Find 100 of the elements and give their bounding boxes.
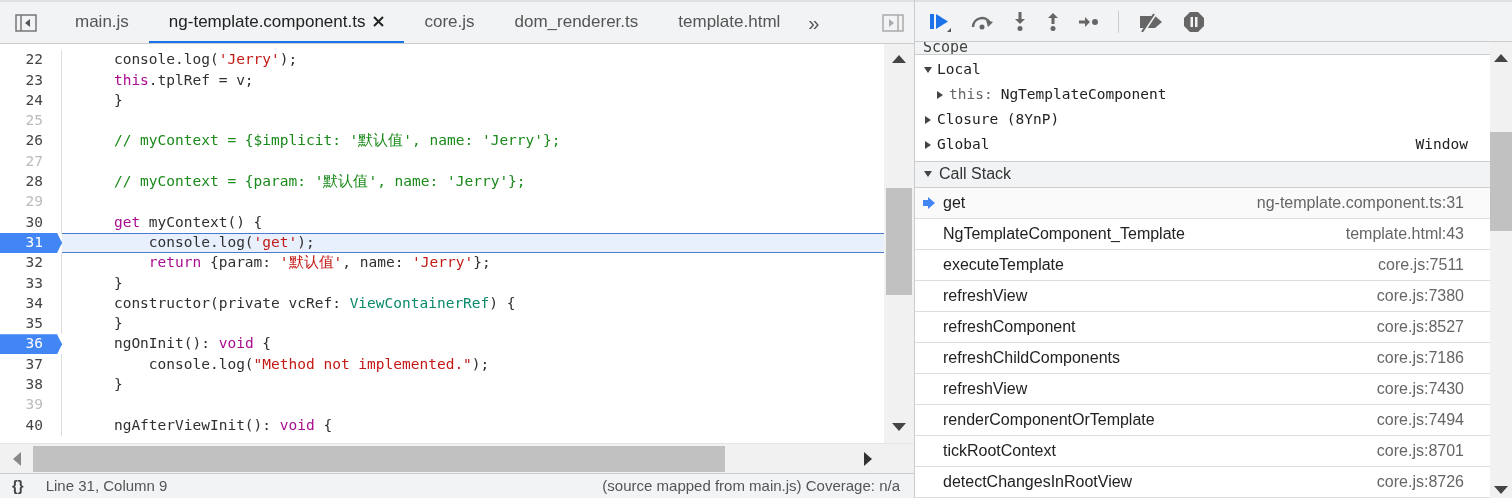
scroll-down-icon[interactable]	[892, 423, 906, 431]
line-number: 24	[25, 90, 43, 110]
code-line: }	[112, 90, 123, 110]
code-line: this.tplRef = v;	[112, 70, 254, 90]
frame-function: get	[943, 193, 966, 213]
pause-icon[interactable]	[1183, 10, 1205, 33]
call-stack-frame[interactable]: executeTemplate core.js:7511	[915, 250, 1490, 281]
call-stack-frame[interactable]: refreshComponent core.js:8527	[915, 312, 1490, 343]
line-number: 30	[25, 212, 43, 232]
resume-icon[interactable]	[929, 11, 951, 32]
frame-function: refreshView	[943, 286, 1028, 306]
frame-function: refreshView	[943, 379, 1028, 399]
vertical-scrollbar[interactable]	[884, 44, 914, 443]
step-into-icon[interactable]	[1013, 11, 1027, 32]
call-stack-header[interactable]: Call Stack	[939, 162, 1012, 187]
line-number: 40	[25, 415, 43, 435]
line-number: 28	[25, 172, 43, 192]
frame-location[interactable]: core.js:8726	[1376, 470, 1464, 494]
frame-location[interactable]: core.js:7186	[1376, 346, 1464, 370]
frame-location[interactable]: core.js:7511	[1378, 253, 1464, 277]
scroll-up-icon[interactable]	[1494, 54, 1508, 62]
code-line: console.log("Method not implemented.");	[147, 354, 490, 374]
cursor-position: Line 31, Column 9	[45, 475, 168, 496]
line-number: 37	[25, 354, 43, 374]
frame-function: executeTemplate	[943, 255, 1064, 275]
pretty-print-button[interactable]: {}	[12, 474, 24, 498]
file-tab[interactable]: ng-template.component.ts	[148, 2, 405, 43]
expand-arrow-icon[interactable]	[923, 115, 933, 126]
code-line: ngAfterViewInit(): void {	[112, 415, 333, 435]
line-number: 23	[25, 70, 43, 90]
scope-variable[interactable]: Global	[937, 134, 990, 157]
line-number: 31	[25, 232, 43, 252]
expand-arrow-icon[interactable]	[935, 90, 945, 101]
frame-location[interactable]: core.js:7380	[1376, 284, 1464, 308]
call-stack-frame[interactable]: refreshChildComponents core.js:7186	[915, 343, 1490, 374]
scope-variable[interactable]: Closure (8YnP)	[937, 109, 1060, 132]
scroll-left-icon[interactable]	[13, 451, 21, 466]
code-line: return {param: '默认值', name: 'Jerry'};	[147, 253, 491, 273]
frame-location[interactable]: template.html:43	[1345, 222, 1464, 246]
sidebar-toggle-icon[interactable]	[15, 13, 37, 32]
frame-function: renderComponentOrTemplate	[943, 410, 1155, 430]
scope-value: NgTemplateComponent	[1000, 85, 1167, 105]
line-number: 29	[25, 192, 43, 212]
file-tab[interactable]: core.js	[404, 2, 495, 43]
line-number: 35	[25, 314, 43, 334]
vertical-scrollbar[interactable]	[1490, 42, 1512, 498]
expand-arrow-icon[interactable]	[923, 140, 933, 151]
scroll-up-icon[interactable]	[892, 55, 906, 63]
call-stack-frame[interactable]: get ng-template.component.ts:31	[915, 188, 1490, 219]
code-line: }	[112, 273, 123, 293]
call-stack-frame[interactable]: refreshView core.js:7380	[915, 281, 1490, 312]
scrollbar-thumb[interactable]	[33, 445, 725, 472]
scrollbar-thumb[interactable]	[1490, 132, 1512, 231]
line-number: 36	[25, 334, 43, 354]
current-frame-arrow-icon	[923, 197, 935, 209]
code-line: // myContext = {param: '默认值', name: 'Jerry'};	[112, 172, 526, 192]
sidebar-toggle-icon[interactable]	[882, 13, 904, 32]
code-line: }	[112, 375, 123, 395]
line-number: 38	[25, 375, 43, 395]
call-stack-frame[interactable]: tickRootContext core.js:8701	[915, 436, 1490, 467]
frame-location[interactable]: core.js:8701	[1376, 439, 1464, 463]
scrollbar-thumb[interactable]	[886, 188, 912, 295]
frame-function: NgTemplateComponent_Template	[943, 224, 1185, 244]
deactivate-breakpoints-icon[interactable]	[1138, 11, 1164, 32]
step-out-icon[interactable]	[1046, 11, 1060, 32]
close-icon[interactable]	[373, 16, 385, 27]
code-line: console.log('Jerry');	[112, 50, 298, 70]
source-map-info: (source mapped from main.js) Coverage: n/a	[602, 475, 900, 496]
call-stack-frame[interactable]: renderComponentOrTemplate core.js:7494	[915, 405, 1490, 436]
line-number: 25	[25, 111, 43, 131]
file-tab[interactable]: dom_renderer.ts	[494, 2, 659, 43]
line-number: 32	[25, 253, 43, 273]
frame-function: refreshComponent	[943, 317, 1076, 337]
scope-variable[interactable]: this:	[949, 84, 993, 107]
scope-variable[interactable]: Local	[937, 59, 981, 82]
call-stack-frame[interactable]: detectChangesInRootView core.js:8726	[915, 467, 1490, 498]
code-line: constructor(private vcRef: ViewContainerRef) {	[112, 293, 516, 313]
horizontal-scrollbar[interactable]	[0, 443, 914, 473]
scroll-down-icon[interactable]	[1494, 486, 1508, 494]
frame-function: detectChangesInRootView	[943, 472, 1133, 492]
scroll-right-icon[interactable]	[864, 451, 872, 466]
line-number: 33	[25, 273, 43, 293]
file-tab[interactable]: main.js	[55, 2, 149, 43]
frame-function: refreshChildComponents	[943, 348, 1120, 368]
code-line: // myContext = {$implicit: '默认值', name: 'Jerry'};	[112, 131, 561, 151]
frame-location[interactable]: ng-template.component.ts:31	[1256, 191, 1464, 215]
line-number: 34	[25, 293, 43, 313]
file-tab[interactable]: template.html	[658, 2, 801, 43]
code-line: get myContext() {	[112, 212, 263, 232]
scope-value: Window	[1415, 135, 1468, 155]
call-stack-frame[interactable]: refreshView core.js:7430	[915, 374, 1490, 405]
frame-location[interactable]: core.js:7430	[1376, 377, 1464, 401]
more-tabs-button[interactable]: »	[808, 7, 820, 38]
line-number: 39	[25, 395, 43, 415]
frame-location[interactable]: core.js:8527	[1376, 315, 1464, 339]
step-icon[interactable]	[1079, 15, 1099, 28]
call-stack-frame[interactable]: NgTemplateComponent_Template template.html:43	[915, 219, 1490, 250]
line-number: 27	[25, 151, 43, 171]
frame-location[interactable]: core.js:7494	[1376, 408, 1464, 432]
code-line: ngOnInit(): void {	[112, 334, 272, 354]
